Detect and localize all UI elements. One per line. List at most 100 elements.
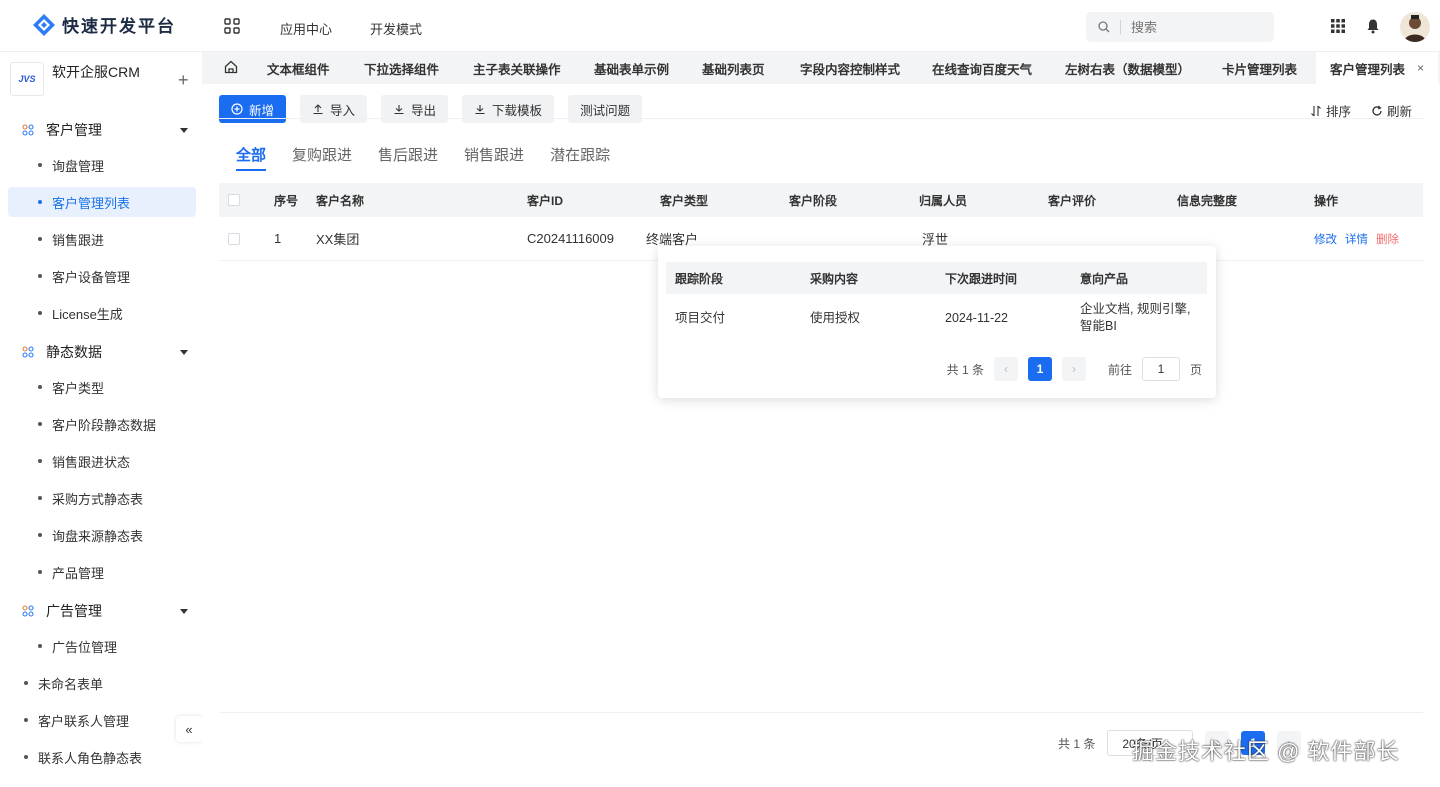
sidebar-item[interactable]: 广告位管理 <box>8 631 196 661</box>
select-all-checkbox[interactable] <box>228 194 240 206</box>
sidebar-item-label: 询盘来源静态表 <box>52 528 144 544</box>
row-checkbox[interactable] <box>228 232 240 245</box>
search-box[interactable] <box>1086 12 1274 42</box>
sidebar-item[interactable]: License生成 <box>8 298 196 328</box>
bell-icon[interactable] <box>1365 18 1381 34</box>
sub-tab[interactable]: 全部 <box>236 144 267 171</box>
popover-row[interactable]: 项目交付 使用授权 2024-11-22 企业文档, 规则引擎, 智能BI <box>666 294 1207 342</box>
sidebar-item[interactable]: 产品管理 <box>8 557 196 587</box>
bullet-icon <box>24 718 28 722</box>
search-icon <box>1098 21 1110 33</box>
sidebar-item[interactable]: 销售跟进 <box>8 224 196 254</box>
popover-header: 跟踪阶段 采购内容 下次跟进时间 意向产品 <box>666 262 1207 294</box>
project-name[interactable]: 软开企服CRM <box>52 62 140 82</box>
close-tab-icon[interactable]: × <box>1417 61 1424 75</box>
caret-down-icon <box>180 127 188 133</box>
plus-circle-icon <box>231 103 243 115</box>
sidebar-group-1[interactable]: 静态数据 <box>22 342 188 362</box>
sub-tab[interactable]: 复购跟进 <box>292 144 352 171</box>
app-grid-icon[interactable] <box>224 18 240 34</box>
sidebar-group-label: 静态数据 <box>46 344 102 360</box>
sidebar-item[interactable]: 客户管理列表 <box>8 187 196 217</box>
module-icon <box>22 124 34 136</box>
page-tab[interactable]: 卡片管理列表 <box>1222 52 1297 84</box>
col-completeness[interactable]: 信息完整度 <box>1177 183 1237 217</box>
page-tab[interactable]: 下拉选择组件 <box>364 52 439 84</box>
col-id[interactable]: 客户ID <box>527 183 563 217</box>
page-tab[interactable]: 在线查询百度天气 <box>932 52 1032 84</box>
bullet-icon <box>38 459 42 463</box>
home-icon[interactable] <box>224 60 238 74</box>
edit-link[interactable]: 修改 <box>1314 231 1337 247</box>
page-tab[interactable]: 基础列表页 <box>702 52 765 84</box>
sidebar-item[interactable]: 询盘来源静态表 <box>8 520 196 550</box>
user-avatar[interactable] <box>1400 12 1430 42</box>
page-tab-label: 客户管理列表 <box>1330 62 1406 77</box>
bullet-icon <box>38 533 42 537</box>
sidebar-group-2[interactable]: 广告管理 <box>22 601 188 621</box>
col-name[interactable]: 客户名称 <box>316 183 364 217</box>
page-tab[interactable]: 字段内容控制样式 <box>800 52 900 84</box>
sidebar-item[interactable]: 销售跟进状态 <box>8 446 196 476</box>
sidebar-item[interactable]: 客户设备管理 <box>8 261 196 291</box>
brand-logo-icon <box>33 13 55 36</box>
sidebar-group-label: 广告管理 <box>46 603 102 619</box>
sidebar-item[interactable]: 客户阶段静态数据 <box>8 409 196 439</box>
sidebar-item-label: License生成 <box>52 306 123 322</box>
caret-down-icon <box>180 349 188 355</box>
page-tab-label: 基础列表页 <box>702 62 765 77</box>
col-type[interactable]: 客户类型 <box>660 183 708 217</box>
col-rating[interactable]: 客户评价 <box>1048 183 1096 217</box>
refresh-icon <box>1372 105 1382 116</box>
col-stage[interactable]: 客户阶段 <box>789 183 837 217</box>
page-tab[interactable]: 基础表单示例 <box>594 52 669 84</box>
sub-tab[interactable]: 销售跟进 <box>464 144 524 171</box>
popover-next-button[interactable]: › <box>1061 357 1086 381</box>
bullet-icon <box>38 570 42 574</box>
sub-tab[interactable]: 售后跟进 <box>378 144 438 171</box>
bullet-icon <box>38 644 42 648</box>
goto-input[interactable] <box>1141 357 1180 381</box>
page-tab[interactable]: 左树右表（数据模型） <box>1065 52 1190 84</box>
page-tab-label: 左树右表（数据模型） <box>1065 62 1191 77</box>
sidebar-item[interactable]: 采购方式静态表 <box>8 483 196 513</box>
col-owner[interactable]: 归属人员 <box>919 183 967 217</box>
cell-id: C20241116009 <box>527 231 614 246</box>
sidebar-item-label: 销售跟进状态 <box>52 454 131 470</box>
sidebar-item[interactable]: 询盘管理 <box>8 150 196 180</box>
followup-popover: 跟踪阶段 采购内容 下次跟进时间 意向产品 项目交付 使用授权 2024-11-… <box>658 246 1216 398</box>
download-icon <box>394 105 404 115</box>
bullet-icon <box>38 311 42 315</box>
module-icon <box>22 605 34 617</box>
sidebar-item-label: 销售跟进 <box>52 232 105 248</box>
nav-dev-mode[interactable]: 开发模式 <box>370 19 422 38</box>
apps-menu-icon[interactable] <box>1330 18 1346 34</box>
sidebar-item-label: 产品管理 <box>52 565 105 581</box>
sidebar-item[interactable]: 客户联系人管理 <box>8 705 196 735</box>
popover-prev-button[interactable]: ‹ <box>993 357 1018 381</box>
sub-tab[interactable]: 潜在跟踪 <box>550 144 610 171</box>
nav-app-center[interactable]: 应用中心 <box>280 19 332 38</box>
watermark: 掘金技术社区 @ 软件部长 <box>1132 739 1400 764</box>
popover-cell-stage: 项目交付 <box>675 310 726 325</box>
page-tab[interactable]: 主子表关联操作 <box>473 52 561 84</box>
popover-col-content: 采购内容 <box>810 271 859 286</box>
new-label: 新增 <box>249 103 275 118</box>
add-icon[interactable]: + <box>178 70 189 91</box>
page-tab[interactable]: 文本框组件 <box>267 52 330 84</box>
upload-icon <box>313 104 323 115</box>
sidebar-item[interactable]: 客户类型 <box>8 372 196 402</box>
project-logo: JVS <box>10 62 44 96</box>
popover-page-number[interactable]: 1 <box>1027 357 1052 381</box>
cell-name: XX集团 <box>316 232 360 247</box>
search-input[interactable] <box>1131 19 1251 35</box>
sidebar-item[interactable]: 未命名表单 <box>8 668 196 698</box>
delete-link[interactable]: 删除 <box>1376 231 1399 247</box>
sidebar-group-0[interactable]: 客户管理 <box>22 120 188 140</box>
goto-label: 前往 <box>1107 362 1132 377</box>
sidebar-item[interactable]: 联系人角色静态表 <box>8 742 196 772</box>
detail-link[interactable]: 详情 <box>1345 231 1368 247</box>
collapse-sidebar-button[interactable]: « <box>176 716 202 742</box>
brand-logo[interactable]: 快速开发平台 <box>32 12 176 37</box>
page-tab[interactable]: 客户管理列表 × <box>1316 52 1439 84</box>
